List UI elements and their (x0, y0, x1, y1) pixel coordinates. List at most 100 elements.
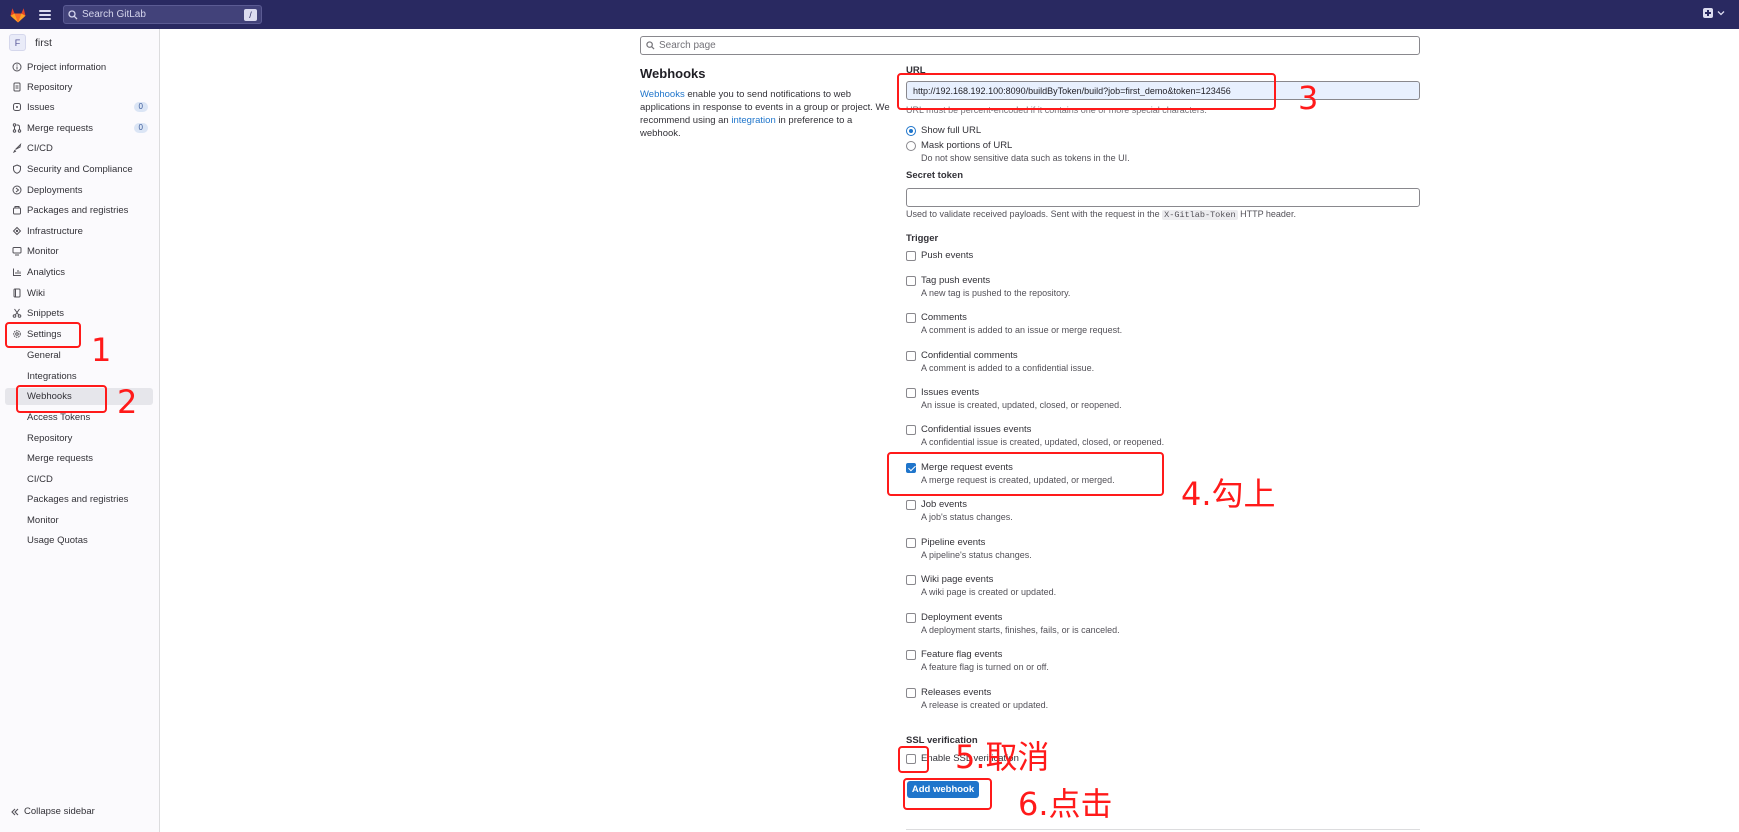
tag-push-events-checkbox[interactable] (906, 275, 916, 286)
info-icon (12, 62, 22, 72)
confidential-issues-events-checkbox[interactable] (906, 424, 916, 435)
webhooks-docs-link[interactable]: Webhooks (640, 89, 685, 100)
sidebar-item-project-information[interactable]: Project information (12, 58, 148, 76)
sidebar-item-snippets[interactable]: Snippets (12, 304, 148, 322)
double-chevron-left-icon (11, 808, 19, 815)
collapse-sidebar-button[interactable]: Collapse sidebar (11, 806, 95, 817)
show-full-url-radio[interactable] (906, 125, 916, 136)
issues-events-checkbox[interactable] (906, 387, 916, 398)
confidential-comments-checkbox[interactable] (906, 350, 916, 361)
trigger-desc: An issue is created, updated, closed, or… (921, 400, 1122, 410)
trigger-desc: A pipeline's status changes. (921, 550, 1032, 560)
trigger-wiki-page-events[interactable]: Wiki page events (906, 574, 993, 585)
annotation-label-4: 4.勾上 (1181, 475, 1276, 513)
search-icon (68, 9, 78, 19)
wiki-page-events-checkbox[interactable] (906, 574, 916, 585)
settings-sub-integrations[interactable]: Integrations (27, 367, 77, 385)
annotation-box-webhooks (16, 385, 107, 413)
trigger-desc: A comment is added to an issue or merge … (921, 325, 1123, 335)
sidebar-item-label: Wiki (27, 287, 45, 299)
settings-sub-usage-quotas[interactable]: Usage Quotas (27, 531, 88, 549)
sidebar-item-repository[interactable]: Repository (12, 78, 148, 96)
trigger-deployment-events[interactable]: Deployment events (906, 612, 1002, 623)
doc-icon (13, 82, 21, 92)
secret-help-code: X-Gitlab-Token (1162, 210, 1238, 220)
sidebar-item-infrastructure[interactable]: Infrastructure (12, 222, 148, 240)
trigger-label-text: Deployment events (921, 612, 1003, 623)
trigger-label-text: Job events (921, 499, 967, 510)
feature-flag-events-checkbox[interactable] (906, 649, 916, 660)
settings-sub-general[interactable]: General (27, 346, 61, 364)
sidebar-item-label: Infrastructure (27, 225, 83, 237)
trigger-confidential-comments[interactable]: Confidential comments (906, 350, 1018, 361)
releases-events-checkbox[interactable] (906, 687, 916, 698)
issues-count-badge: 0 (133, 102, 148, 112)
sidebar-item-packages[interactable]: Packages and registries (12, 201, 148, 219)
sidebar-item-deployments[interactable]: Deployments (12, 181, 148, 199)
menu-icon[interactable] (39, 9, 51, 20)
sidebar-item-wiki[interactable]: Wiki (12, 284, 148, 302)
trigger-label-text: Pipeline events (921, 537, 986, 548)
sidebar-item-cicd[interactable]: CI/CD (12, 139, 148, 157)
settings-sub-cicd[interactable]: CI/CD (27, 470, 53, 488)
deploy-icon (12, 185, 22, 195)
settings-sub-repository[interactable]: Repository (27, 429, 72, 447)
shield-icon (13, 164, 21, 174)
integration-link[interactable]: integration (731, 115, 775, 126)
sidebar-item-label: CI/CD (27, 142, 53, 154)
secret-help-post: HTTP header. (1237, 209, 1296, 219)
secret-token-help: Used to validate received payloads. Sent… (906, 209, 1296, 220)
gitlab-search-input[interactable]: Search GitLab / (63, 5, 262, 24)
rocket-icon (12, 143, 22, 153)
secret-help-pre: Used to validate received payloads. Sent… (906, 209, 1163, 219)
annotation-label-1: 1 (91, 331, 112, 369)
top-bar: Search GitLab / (0, 0, 1739, 29)
sidebar-item-monitor[interactable]: Monitor (12, 242, 148, 260)
annotation-label-6: 6.点击 (1018, 785, 1113, 823)
sidebar-item-merge-requests[interactable]: Merge requests 0 (12, 119, 148, 137)
project-name: first (35, 36, 52, 49)
collapse-label: Collapse sidebar (24, 806, 95, 817)
trigger-job-events[interactable]: Job events (906, 499, 967, 510)
trigger-tag-push-events[interactable]: Tag push events (906, 275, 990, 286)
trigger-confidential-issues-events[interactable]: Confidential issues events (906, 424, 1031, 435)
scissors-icon (12, 308, 22, 318)
trigger-label-text: Releases events (921, 687, 992, 698)
deployment-events-checkbox[interactable] (906, 612, 916, 623)
trigger-issues-events[interactable]: Issues events (906, 387, 979, 398)
trigger-desc: A confidential issue is created, updated… (921, 437, 1165, 447)
sidebar-item-issues[interactable]: Issues 0 (12, 98, 148, 116)
settings-sub-merge-requests[interactable]: Merge requests (27, 449, 93, 467)
project-header[interactable]: F first (9, 34, 52, 51)
gitlab-logo-icon[interactable] (9, 6, 27, 24)
secret-token-label: Secret token (906, 170, 964, 181)
search-shortcut: / (244, 8, 257, 21)
trigger-releases-events[interactable]: Releases events (906, 687, 991, 698)
book-icon (13, 288, 21, 298)
sidebar-item-security[interactable]: Security and Compliance (12, 160, 148, 178)
mask-url-radio[interactable] (906, 140, 916, 151)
cloud-icon (12, 226, 22, 236)
push-events-checkbox[interactable] (906, 250, 916, 261)
settings-sub-monitor[interactable]: Monitor (27, 511, 59, 529)
job-events-checkbox[interactable] (906, 499, 916, 510)
show-full-url-option[interactable]: Show full URL (906, 125, 981, 136)
sidebar-item-analytics[interactable]: Analytics (12, 263, 148, 281)
sidebar-item-label: Snippets (27, 307, 64, 319)
pipeline-events-checkbox[interactable] (906, 537, 916, 548)
comments-checkbox[interactable] (906, 312, 916, 323)
mask-url-option[interactable]: Mask portions of URL (906, 140, 1012, 151)
divider (906, 829, 1420, 830)
search-page-input[interactable]: Search page (640, 36, 1420, 55)
trigger-desc: A feature flag is turned on or off. (921, 662, 1049, 672)
trigger-comments[interactable]: Comments (906, 312, 967, 323)
settings-sub-packages[interactable]: Packages and registries (27, 490, 128, 508)
trigger-pipeline-events[interactable]: Pipeline events (906, 537, 985, 548)
trigger-push-events[interactable]: Push events (906, 250, 973, 261)
mask-url-label: Mask portions of URL (921, 140, 1013, 151)
annotation-box-url (897, 73, 1276, 110)
create-new-menu[interactable] (1703, 8, 1725, 18)
trigger-label: Trigger (906, 233, 939, 244)
trigger-feature-flag-events[interactable]: Feature flag events (906, 649, 1002, 660)
secret-token-field[interactable] (906, 188, 1420, 207)
